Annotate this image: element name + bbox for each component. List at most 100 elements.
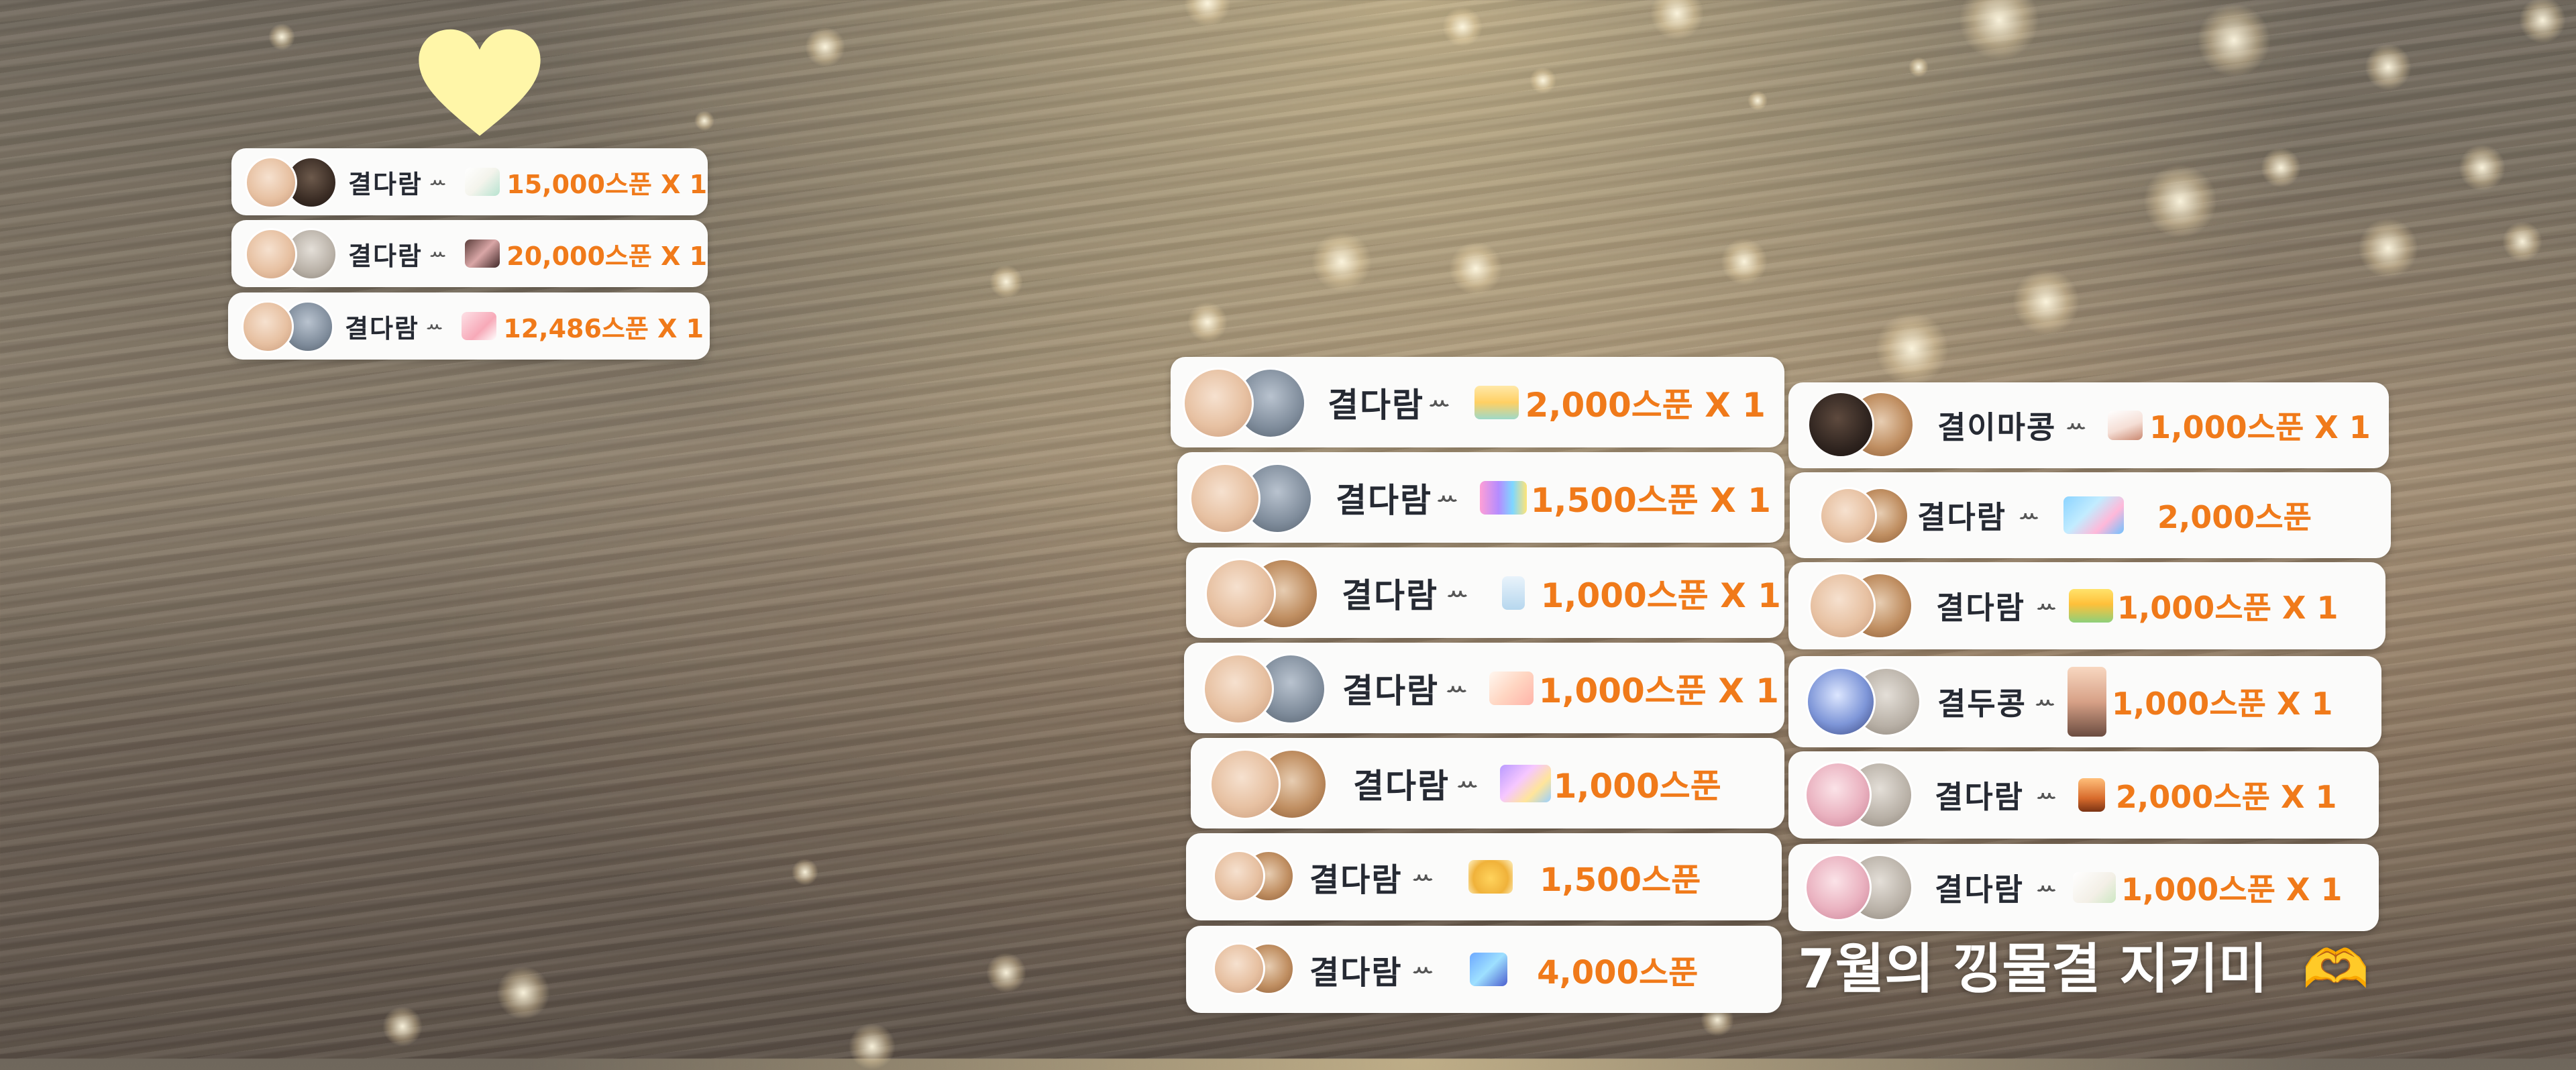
ribbon-icon <box>462 312 497 340</box>
amount-text: 15,000스푼 X 1 <box>506 169 708 199</box>
flower-icon <box>1499 764 1551 802</box>
amount-text: 2,000스푼 X 1 <box>2115 779 2337 815</box>
beer-icon <box>1468 860 1513 894</box>
sparkle <box>382 1006 423 1047</box>
sparkle <box>989 265 1023 299</box>
gift-card[interactable]: 결다람 ꕀ 1,000스푼 X 1 <box>1184 643 1784 733</box>
badge-icon: ꕀ <box>1411 863 1436 890</box>
sparkle <box>1529 67 1556 94</box>
amount-text: 1,000스푼 X 1 <box>2149 409 2371 445</box>
badge-icon: ꕀ <box>1446 674 1469 702</box>
badge-icon: ꕀ <box>1456 769 1480 797</box>
cup-icon <box>1501 576 1525 610</box>
card-icon <box>1489 671 1534 705</box>
avatar <box>1205 558 1276 629</box>
heart-icon <box>419 29 541 136</box>
gift-card[interactable]: 결다람 ꕀ 15,000스푼 X 1 <box>231 148 708 215</box>
gift-card[interactable]: 결두콩 ꕀ 1,000스푼 X 1 <box>1788 656 2381 747</box>
amount-text: 4,000스푼 <box>1537 954 1699 992</box>
sparkle <box>1721 238 1768 285</box>
avatar <box>1805 761 1872 828</box>
gift-card[interactable]: 결다람 ꕀ 1,000스푼 X 1 <box>1788 844 2379 931</box>
gift-card[interactable]: 결이마콩 ꕀ 1,000스푼 X 1 <box>1788 382 2389 468</box>
sparkle <box>849 1023 896 1070</box>
avatar <box>1210 749 1281 820</box>
sparkle <box>1875 312 1949 386</box>
banner-icon <box>1479 480 1527 515</box>
user-name: 결다람 <box>348 169 423 199</box>
gift-card[interactable]: 결다람 ꕀ 4,000스푼 <box>1186 926 1782 1013</box>
amount-text: 20,000스푼 X 1 <box>506 241 708 271</box>
avatar <box>1809 572 1876 639</box>
user-name: 결이마콩 <box>1937 409 2057 445</box>
cloud-card-icon <box>2063 496 2124 534</box>
avatar <box>1203 653 1274 725</box>
hand-heart-icon: 🫶 <box>2302 938 2369 1000</box>
user-name: 결다람 <box>1342 671 1439 710</box>
user-name: 결다람 <box>345 313 419 343</box>
user-name: 결다람 <box>1935 779 2024 815</box>
gift-card[interactable]: 결다람 ꕀ 20,000스푼 X 1 <box>231 220 708 287</box>
user-name: 결다람 <box>1328 385 1424 425</box>
gift-card[interactable]: 결다람 ꕀ 12,486스푼 X 1 <box>228 292 710 360</box>
user-name: 결다람 <box>1309 954 1403 992</box>
avatar <box>1806 667 1876 737</box>
frame-icon <box>2067 667 2106 737</box>
badge-icon: ꕀ <box>2035 592 2058 619</box>
badge-icon: ꕀ <box>1436 483 1460 511</box>
gift-card[interactable]: 결다람 ꕀ 2,000스푼 X 1 <box>1171 357 1784 447</box>
amount-text: 2,000스푼 X 1 <box>1525 385 1766 425</box>
amount-text: 1,000스푼 X 1 <box>2121 871 2343 908</box>
badge-icon: ꕀ <box>1428 388 1452 416</box>
avatar <box>1805 854 1872 921</box>
sparkle <box>268 23 295 50</box>
gift-card[interactable]: 결다람 ꕀ 1,500스푼 X 1 <box>1177 452 1784 543</box>
sparkle <box>2197 3 2271 77</box>
badge-icon: ꕀ <box>429 242 448 264</box>
avatar <box>245 228 297 280</box>
sparkle <box>1442 7 1483 47</box>
user-name: 결다람 <box>1342 576 1438 615</box>
badge-icon: ꕀ <box>425 315 445 337</box>
book-icon <box>2078 778 2105 812</box>
gift-card[interactable]: 결다람 ꕀ 2,000스푼 <box>1790 472 2391 558</box>
gift-card[interactable]: 결다람 ꕀ 2,000스푼 X 1 <box>1788 751 2379 839</box>
photo-icon <box>465 239 500 268</box>
user-name: 결다람 <box>1336 480 1432 520</box>
amount-text: 1,000스푼 X 1 <box>2116 590 2339 626</box>
amount-text: 1,000스푼 X 1 <box>1540 576 1781 615</box>
badge-icon: ꕀ <box>2034 688 2057 715</box>
sparkle <box>1449 242 1503 295</box>
sparkle <box>1187 302 1228 342</box>
cake-icon <box>465 168 500 196</box>
gift-card[interactable]: 결다람 ꕀ 1,000스푼 X 1 <box>1788 562 2385 649</box>
sparkle <box>1311 231 1372 292</box>
badge-icon: ꕀ <box>429 170 448 193</box>
user-name: 결다람 <box>1935 871 2024 908</box>
sparkle <box>2012 268 2080 335</box>
gift-card[interactable]: 결다람 ꕀ 1,000스푼 <box>1191 738 1784 828</box>
board-icon <box>1470 953 1508 986</box>
sparkle <box>496 966 550 1020</box>
amount-text: 1,000스푼 <box>1553 766 1721 806</box>
gift-card[interactable]: 결다람 ꕀ 1,000스푼 X 1 <box>1186 547 1784 638</box>
sparkle <box>986 953 1026 993</box>
user-name: 결다람 <box>1353 766 1450 806</box>
sparkle <box>2143 164 2217 238</box>
avatar <box>1183 368 1254 439</box>
badge-icon: ꕀ <box>1446 578 1470 606</box>
sparkle <box>1748 91 1768 111</box>
flower-field-icon <box>2068 589 2113 623</box>
sparkle <box>805 27 845 67</box>
sparkle <box>2358 218 2418 278</box>
user-name: 결다람 <box>1309 861 1403 899</box>
sparkle <box>2261 148 2301 188</box>
gift-card[interactable]: 결다람 ꕀ 1,500스푼 <box>1186 833 1782 920</box>
amount-text: 1,500스푼 X 1 <box>1530 480 1771 520</box>
avatar <box>1807 391 1874 458</box>
avatar <box>1819 487 1877 545</box>
badge-icon: ꕀ <box>2065 412 2088 439</box>
badge-icon: ꕀ <box>2035 782 2058 808</box>
avatar <box>245 156 297 209</box>
amount-text: 1,000스푼 X 1 <box>1538 671 1779 710</box>
